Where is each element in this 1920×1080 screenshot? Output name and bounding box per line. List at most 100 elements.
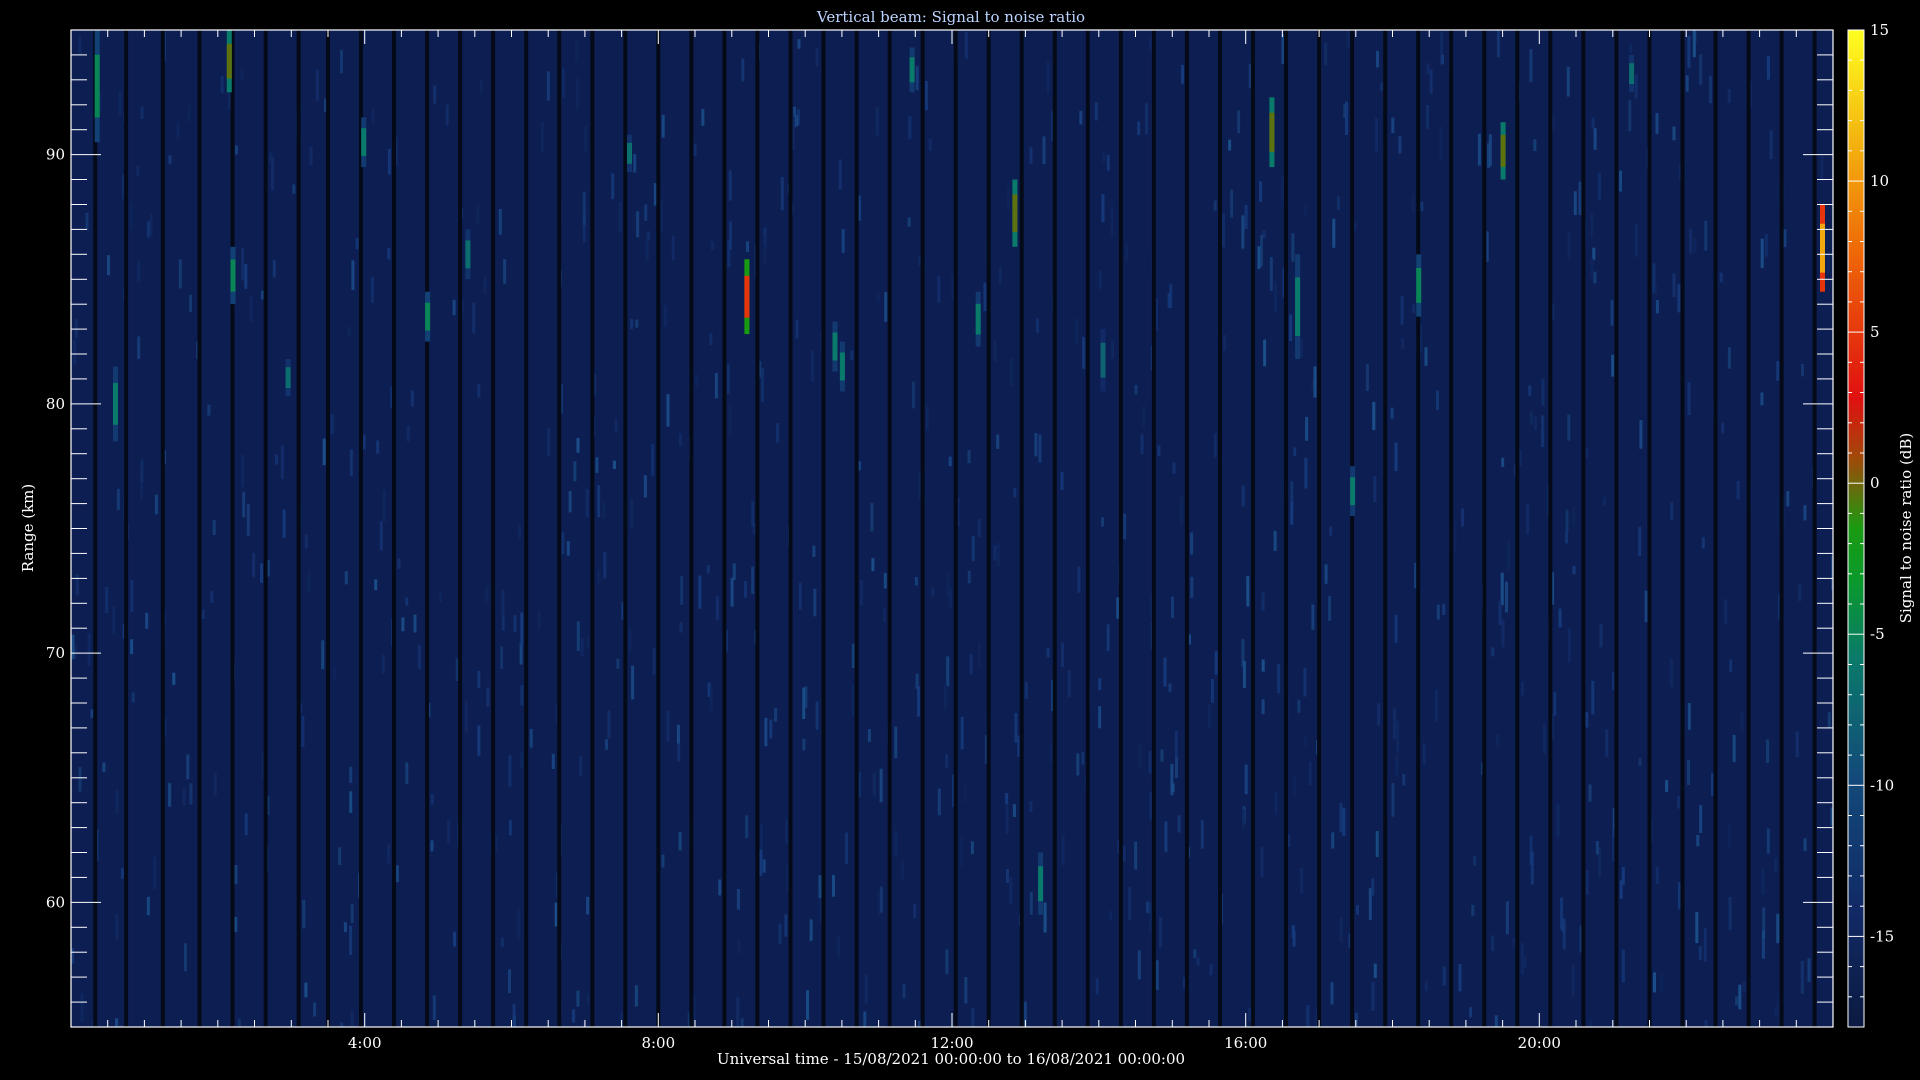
data-gap-line	[1284, 30, 1288, 1027]
noise-speck	[1013, 487, 1017, 498]
noise-speck	[241, 248, 245, 281]
noise-speck	[1704, 220, 1708, 251]
noise-speck	[872, 772, 876, 797]
y-axis-label: Range (km)	[19, 484, 37, 573]
noise-speck	[241, 454, 245, 487]
noise-speck	[1241, 639, 1245, 667]
data-gap-line	[359, 30, 363, 1027]
noise-speck	[153, 857, 157, 890]
noise-speck	[1149, 35, 1153, 52]
noise-speck	[1519, 450, 1522, 467]
noise-speck	[1424, 347, 1428, 366]
noise-speck	[1263, 339, 1267, 367]
noise-speck	[1281, 177, 1284, 202]
data-gap-line	[1251, 30, 1255, 1027]
noise-speck	[1533, 139, 1537, 151]
noise-speck	[529, 728, 533, 748]
noise-speck	[1174, 730, 1178, 758]
noise-speck	[137, 260, 141, 282]
noise-speck	[884, 292, 888, 322]
noise-speck	[661, 114, 665, 138]
noise-speck	[573, 461, 577, 482]
noise-speck	[1290, 502, 1294, 525]
noise-speck	[1324, 564, 1328, 584]
noise-speck	[275, 454, 278, 465]
noise-speck	[477, 670, 481, 688]
echo-streak	[1416, 268, 1422, 303]
x-tick-label: 8:00	[641, 1034, 675, 1052]
data-gap-line	[230, 30, 235, 1027]
data-gap-line	[1383, 30, 1388, 1027]
noise-speck	[977, 518, 981, 537]
noise-speck	[680, 575, 684, 605]
noise-speck	[795, 114, 799, 127]
noise-speck	[235, 145, 238, 155]
noise-speck	[876, 293, 880, 303]
data-gap-line	[656, 30, 661, 1027]
noise-speck	[1067, 670, 1071, 698]
noise-speck	[651, 444, 655, 476]
noise-speck	[350, 1011, 354, 1027]
noise-speck	[1391, 117, 1395, 134]
data-gap-line	[722, 30, 727, 1027]
noise-speck	[1123, 1022, 1127, 1027]
noise-speck	[561, 532, 565, 555]
noise-speck	[486, 687, 490, 707]
noise-speck	[1774, 857, 1778, 872]
noise-speck	[1077, 566, 1081, 593]
noise-speck	[1082, 337, 1086, 369]
noise-speck	[508, 820, 512, 836]
noise-speck	[1223, 335, 1227, 351]
noise-speck	[714, 373, 718, 399]
noise-speck	[931, 587, 935, 597]
noise-speck	[761, 368, 764, 402]
noise-speck	[871, 558, 875, 572]
noise-speck	[445, 104, 449, 126]
colorbar-tick-label: -15	[1870, 927, 1894, 945]
noise-speck	[1172, 462, 1176, 474]
noise-speck	[351, 260, 355, 290]
noise-speck	[671, 235, 675, 261]
noise-speck	[1526, 503, 1530, 534]
noise-speck	[643, 475, 647, 498]
echo-streak	[1350, 477, 1356, 506]
noise-speck	[1371, 982, 1375, 1011]
noise-speck	[1094, 102, 1098, 121]
noise-speck	[1043, 902, 1047, 933]
noise-speck	[1687, 759, 1690, 785]
noise-speck	[1006, 186, 1010, 211]
noise-speck	[1496, 30, 1500, 58]
noise-speck	[1412, 304, 1416, 313]
noise-speck	[1193, 949, 1197, 958]
noise-speck	[575, 78, 579, 110]
noise-speck	[1732, 734, 1736, 763]
colorbar-tick-label: 10	[1870, 172, 1889, 190]
noise-speck	[1420, 201, 1424, 212]
noise-speck	[745, 815, 749, 839]
noise-speck	[207, 404, 211, 416]
noise-speck	[382, 490, 386, 522]
noise-speck	[1530, 851, 1534, 885]
noise-speck	[1303, 667, 1307, 697]
noise-speck	[1655, 300, 1659, 314]
noise-speck	[1305, 416, 1309, 441]
x-axis-label: Universal time - 15/08/2021 00:00:00 to …	[717, 1050, 1185, 1068]
noise-speck	[736, 996, 740, 1027]
noise-speck	[1610, 299, 1614, 326]
noise-speck	[105, 587, 109, 613]
noise-speck	[1677, 796, 1680, 809]
noise-speck	[1498, 601, 1502, 625]
noise-speck	[78, 766, 82, 792]
noise-speck	[562, 68, 565, 98]
noise-speck	[115, 914, 119, 940]
noise-speck	[1721, 422, 1725, 434]
noise-speck	[628, 628, 632, 652]
noise-speck	[130, 579, 134, 612]
noise-speck	[1776, 913, 1780, 944]
noise-speck	[1274, 790, 1278, 815]
noise-speck	[1336, 196, 1340, 210]
noise-speck	[1659, 973, 1663, 993]
noise-speck	[146, 221, 150, 238]
noise-speck	[597, 485, 601, 518]
noise-speck	[1213, 433, 1217, 458]
